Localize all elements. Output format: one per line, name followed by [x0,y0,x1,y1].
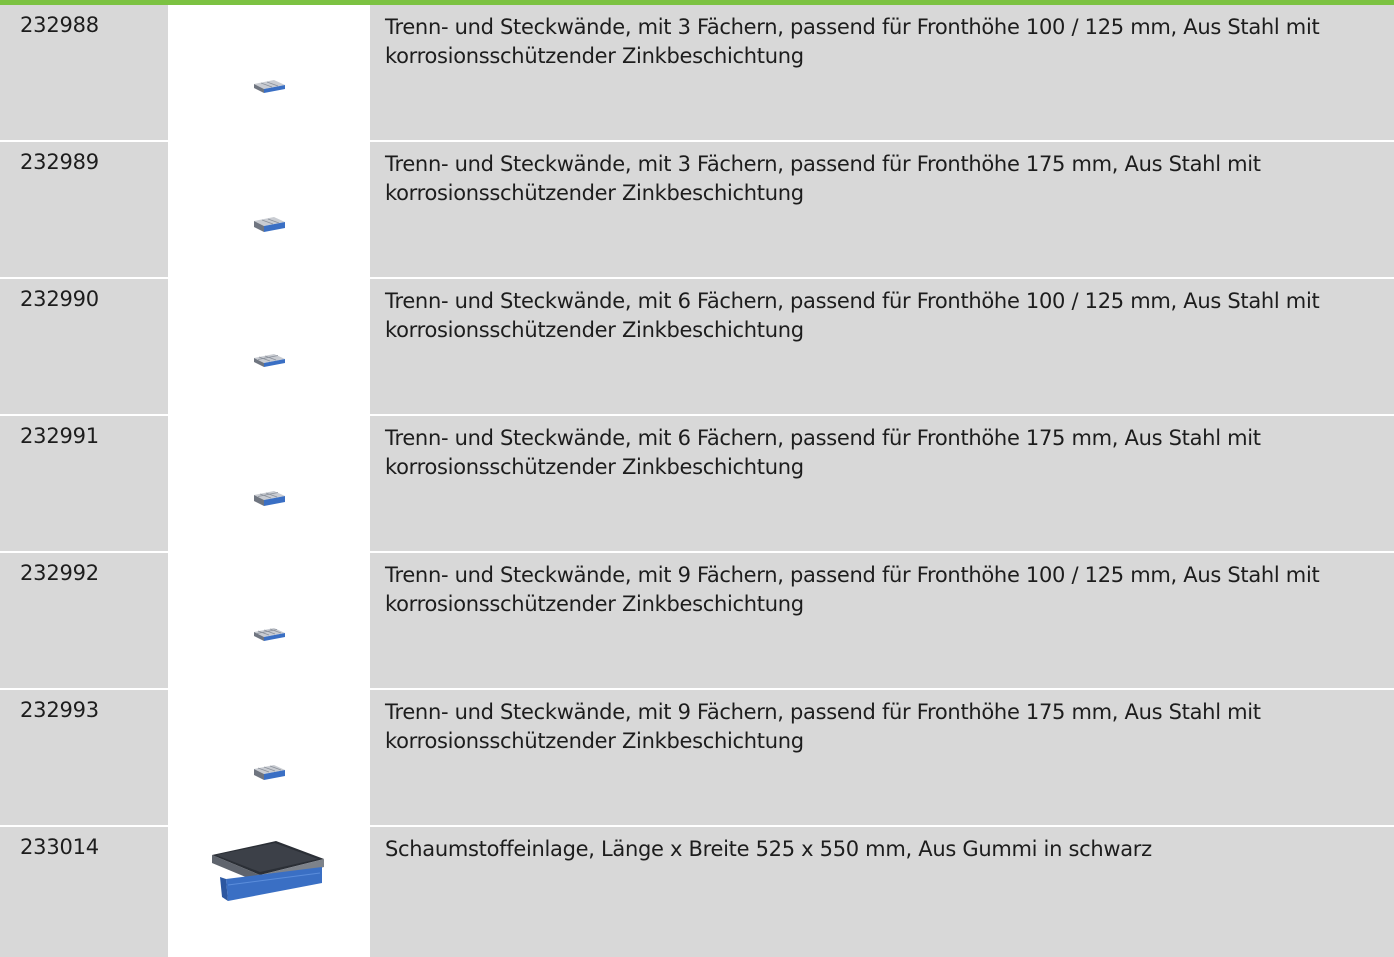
product-description: Schaumstoffeinlage, Länge x Breite 525 x… [370,827,1394,957]
product-image-cell [168,279,370,414]
product-description: Trenn- und Steckwände, mit 6 Fächern, pa… [370,416,1394,551]
drawer-divider-thumbnail-icon [254,80,285,93]
product-image-cell [168,142,370,277]
drawer-divider-thumbnail-icon [254,765,285,780]
table-row: 232990 Trenn- und Steckwände, mit 6 Fäch… [0,279,1394,416]
product-description: Trenn- und Steckwände, mit 6 Fächern, pa… [370,279,1394,414]
product-image-cell [168,553,370,688]
table-row: 232991 Trenn- und Steckwände, mit 6 Fäch… [0,416,1394,553]
product-description: Trenn- und Steckwände, mit 9 Fächern, pa… [370,553,1394,688]
product-image-cell [168,827,370,957]
product-image-cell [168,416,370,551]
product-image-cell [168,5,370,140]
drawer-divider-thumbnail-icon [254,491,285,506]
article-number: 232992 [0,553,168,688]
drawer-divider-thumbnail-icon [254,217,285,232]
article-number: 232990 [0,279,168,414]
drawer-divider-thumbnail-icon [254,628,285,641]
table-row: 232988 Trenn- und Steckwände, mit 3 Fäch… [0,5,1394,142]
article-number: 232991 [0,416,168,551]
article-number: 232988 [0,5,168,140]
table-row: 232993 Trenn- und Steckwände, mit 9 Fäch… [0,690,1394,827]
article-number: 232989 [0,142,168,277]
article-number: 232993 [0,690,168,825]
table-row: 232992 Trenn- und Steckwände, mit 9 Fäch… [0,553,1394,690]
product-description: Trenn- und Steckwände, mit 3 Fächern, pa… [370,142,1394,277]
table-row: 233014 Schaumstoffeinlage, Länge x Breit… [0,827,1394,957]
product-description: Trenn- und Steckwände, mit 3 Fächern, pa… [370,5,1394,140]
article-number: 233014 [0,827,168,957]
product-table: 232988 Trenn- und Steckwände, mit 3 Fäch… [0,5,1394,957]
product-image-cell [168,690,370,825]
foam-insert-drawer-thumbnail-icon [212,841,324,901]
table-row: 232989 Trenn- und Steckwände, mit 3 Fäch… [0,142,1394,279]
product-description: Trenn- und Steckwände, mit 9 Fächern, pa… [370,690,1394,825]
drawer-divider-thumbnail-icon [254,354,285,367]
